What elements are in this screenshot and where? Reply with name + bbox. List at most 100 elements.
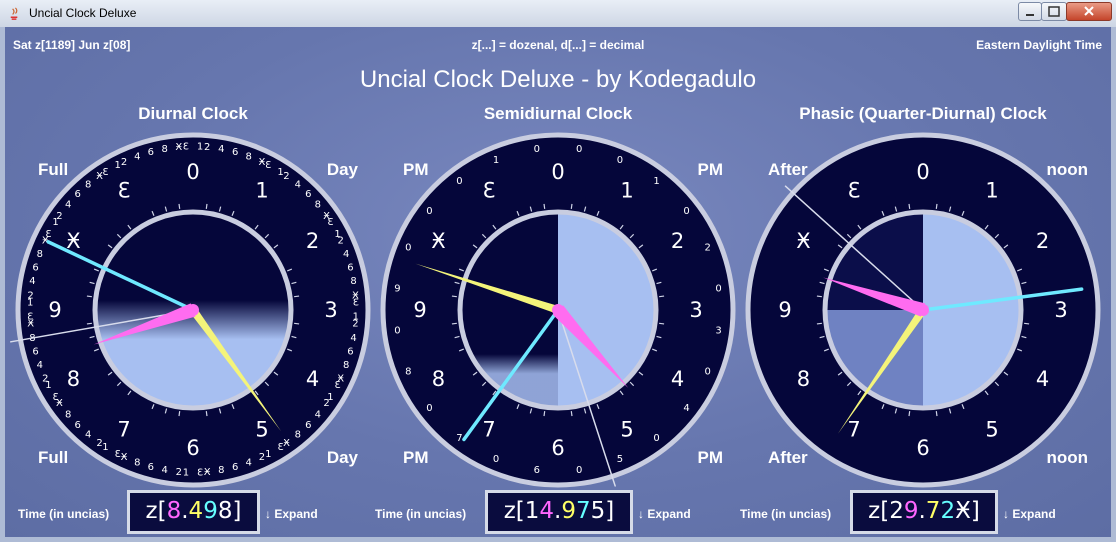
minor-numeral: 0 <box>534 144 540 155</box>
time-digit: 4 <box>539 498 555 524</box>
minor-numeral: 4 <box>85 429 91 440</box>
time-digit: 9 <box>903 498 919 524</box>
minor-numeral: 6 <box>305 189 311 200</box>
time-suffix: ] <box>605 498 615 524</box>
minor-numeral: 0 <box>426 403 432 414</box>
minor-numeral: 8 <box>315 200 321 211</box>
minor-numeral: 1 <box>493 155 499 166</box>
caption-top-right: PM <box>698 160 724 179</box>
minor-numeral: 8 <box>134 458 140 469</box>
hand-hub <box>552 304 564 316</box>
minor-numeral: 3 <box>715 326 721 337</box>
minimize-button[interactable] <box>1018 2 1042 21</box>
minor-numeral: 2 <box>338 236 344 247</box>
minor-numeral: Ӿ <box>204 467 211 478</box>
maximize-button[interactable] <box>1041 2 1067 21</box>
time-digit: 2 <box>889 498 904 524</box>
diurnal-time-readout: z[8.498] <box>127 490 260 534</box>
minor-tick <box>451 322 457 325</box>
minor-numeral: 6 <box>232 462 238 473</box>
notation-legend: z[...] = dozenal, d[...] = decimal <box>471 38 645 52</box>
minor-tick <box>908 203 911 209</box>
time-prefix: z[ <box>145 498 167 524</box>
minor-numeral: 4 <box>29 276 35 287</box>
time-digit: 5 <box>590 498 606 524</box>
minor-numeral: 0 <box>617 155 623 166</box>
time-digit: 4 <box>188 498 204 524</box>
hand-hub <box>187 304 199 316</box>
minor-numeral: 0 <box>683 206 689 217</box>
main-numeral: 6 <box>551 436 564 460</box>
minor-tick <box>935 203 938 209</box>
minor-numeral: 0 <box>576 465 582 476</box>
minor-tick <box>570 203 573 209</box>
main-numeral: Ӿ <box>431 229 445 253</box>
time-digit: . <box>918 498 926 524</box>
minor-numeral: 4 <box>134 151 140 162</box>
minor-numeral: Ɛ <box>265 160 271 171</box>
minor-tick <box>543 411 546 417</box>
minor-numeral: 6 <box>232 147 238 158</box>
time-digit: 8 <box>217 498 233 524</box>
java-app-icon <box>10 7 18 20</box>
main-numeral: 7 <box>117 418 130 442</box>
minor-numeral: 4 <box>295 180 301 191</box>
minor-numeral: 0 <box>704 366 710 377</box>
minor-tick <box>570 411 573 417</box>
minor-numeral: 2 <box>176 467 182 478</box>
minor-tick <box>659 322 665 325</box>
minor-tick <box>816 322 822 325</box>
caption-bottom-right: noon <box>1046 448 1088 467</box>
main-numeral: 5 <box>620 418 633 442</box>
minor-tick <box>908 411 911 417</box>
minor-tick <box>178 203 181 209</box>
minor-tick <box>294 322 300 325</box>
time-prefix: z[ <box>503 498 525 524</box>
close-button[interactable] <box>1066 2 1112 21</box>
main-numeral: 8 <box>432 367 445 391</box>
main-numeral: 8 <box>797 367 810 391</box>
caption-bottom-left: PM <box>403 448 429 467</box>
diurnal-expand-button[interactable]: ↓ Expand <box>265 507 318 521</box>
minor-tick <box>659 295 665 298</box>
minor-numeral: 8 <box>65 409 71 420</box>
minor-tick <box>86 322 92 325</box>
minor-numeral: 2 <box>323 398 329 409</box>
main-numeral: 0 <box>916 160 929 184</box>
time-suffix: ] <box>970 498 980 524</box>
time-digit: 9 <box>561 498 576 524</box>
minor-numeral: 5 <box>617 454 623 465</box>
minor-numeral: 8 <box>350 276 356 287</box>
main-numeral: 0 <box>186 160 199 184</box>
semidiurnal-clock-title: Semidiurnal Clock <box>483 104 633 123</box>
time-digit: 9 <box>203 498 218 524</box>
main-numeral: 8 <box>67 367 80 391</box>
minor-numeral: 8 <box>162 144 168 155</box>
semidiurnal-expand-button[interactable]: ↓ Expand <box>638 507 691 521</box>
phasic-clock-dial: 0 1 2 3 4 5 6 7 8 9 Ӿ Ɛ After noon After noon <box>745 132 1101 488</box>
minor-tick <box>178 411 181 417</box>
minor-numeral: 0 <box>426 206 432 217</box>
minor-numeral: 0 <box>715 283 721 294</box>
main-numeral: 0 <box>551 160 564 184</box>
minor-numeral: 6 <box>75 189 81 200</box>
minor-numeral: 9 <box>394 283 400 294</box>
time-digits: 14.975 <box>525 498 606 524</box>
phasic-expand-button[interactable]: ↓ Expand <box>1003 507 1056 521</box>
minor-numeral: 6 <box>148 462 154 473</box>
time-digit: 2 <box>940 498 956 524</box>
semidiurnal-clock-dial: 0123456789ӾƐ001020304050607080900010PM PM… <box>380 132 736 488</box>
minor-numeral: Ɛ <box>45 229 51 240</box>
minor-numeral: 2 <box>96 438 102 449</box>
minor-numeral: 8 <box>246 151 252 162</box>
caption-bottom-right: Day <box>327 448 359 467</box>
minor-numeral: 0 <box>456 176 462 187</box>
minor-numeral: 0 <box>576 144 582 155</box>
diurnal-time-label: Time (in uncias) <box>18 507 110 521</box>
time-digit: Ӿ <box>955 498 971 524</box>
time-digits: 8.498 <box>167 498 233 524</box>
minor-numeral: 8 <box>295 429 301 440</box>
minor-numeral: Ɛ <box>278 442 284 453</box>
window-titlebar[interactable]: Uncial Clock Deluxe <box>0 0 1116 28</box>
minor-numeral: Ɛ <box>183 142 189 153</box>
